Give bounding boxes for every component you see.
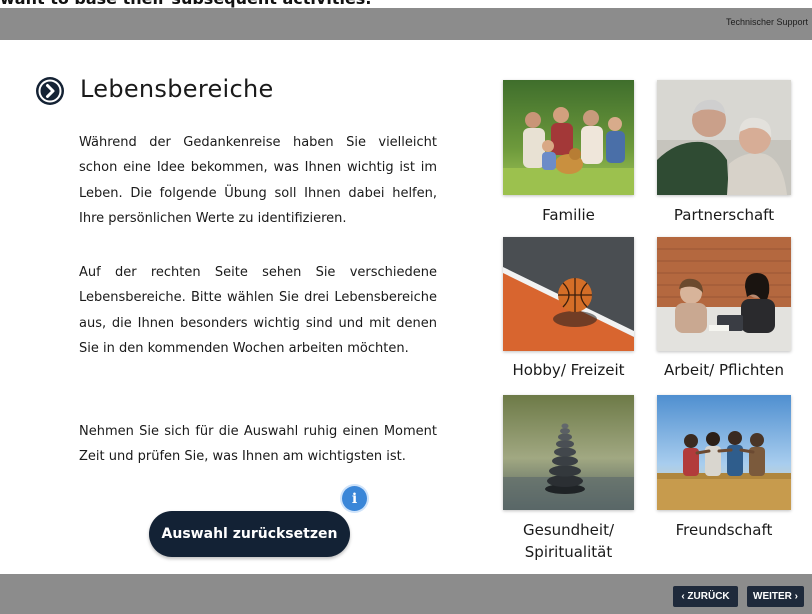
tile-label: Freundschaft xyxy=(675,521,773,539)
back-button[interactable]: ‹ ZURÜCK xyxy=(673,586,738,607)
info-icon[interactable]: i xyxy=(342,486,367,511)
tile-label: Arbeit/ Pflichten xyxy=(663,361,785,379)
family-photo xyxy=(503,80,634,195)
support-link[interactable]: Technischer Support xyxy=(726,17,808,27)
instruction-paragraph: Auf der rechten Seite sehen Sie verschie… xyxy=(79,265,437,356)
couple-photo xyxy=(657,80,791,195)
tile-label: Familie xyxy=(542,206,595,224)
chevron-right-circle-icon xyxy=(36,77,64,105)
caption-text-strip: want to base their subsequent activities… xyxy=(0,0,812,8)
next-button[interactable]: WEITER › xyxy=(747,586,804,607)
tile-label: Gesundheit/ Spiritualität xyxy=(522,521,615,561)
tile-label: Hobby/ Freizeit xyxy=(512,361,625,379)
page-title: Lebensbereiche xyxy=(80,75,274,103)
friends-field-photo xyxy=(657,395,791,510)
intro-paragraph: Während der Gedankenreise haben Sie viel… xyxy=(79,135,437,226)
bottom-bar: ‹ ZURÜCK WEITER › xyxy=(0,574,812,614)
reset-selection-button[interactable]: Auswahl zurücksetzen xyxy=(149,511,350,557)
tile-label: Partnerschaft xyxy=(673,206,775,224)
office-meeting-photo xyxy=(657,237,791,351)
basketball-photo xyxy=(503,237,634,351)
top-bar: Technischer Support xyxy=(0,8,812,40)
caption-text: want to base their subsequent activities… xyxy=(0,0,371,8)
stacked-stones-photo xyxy=(503,395,634,510)
hint-paragraph: Nehmen Sie sich für die Auswahl ruhig ei… xyxy=(79,424,437,465)
